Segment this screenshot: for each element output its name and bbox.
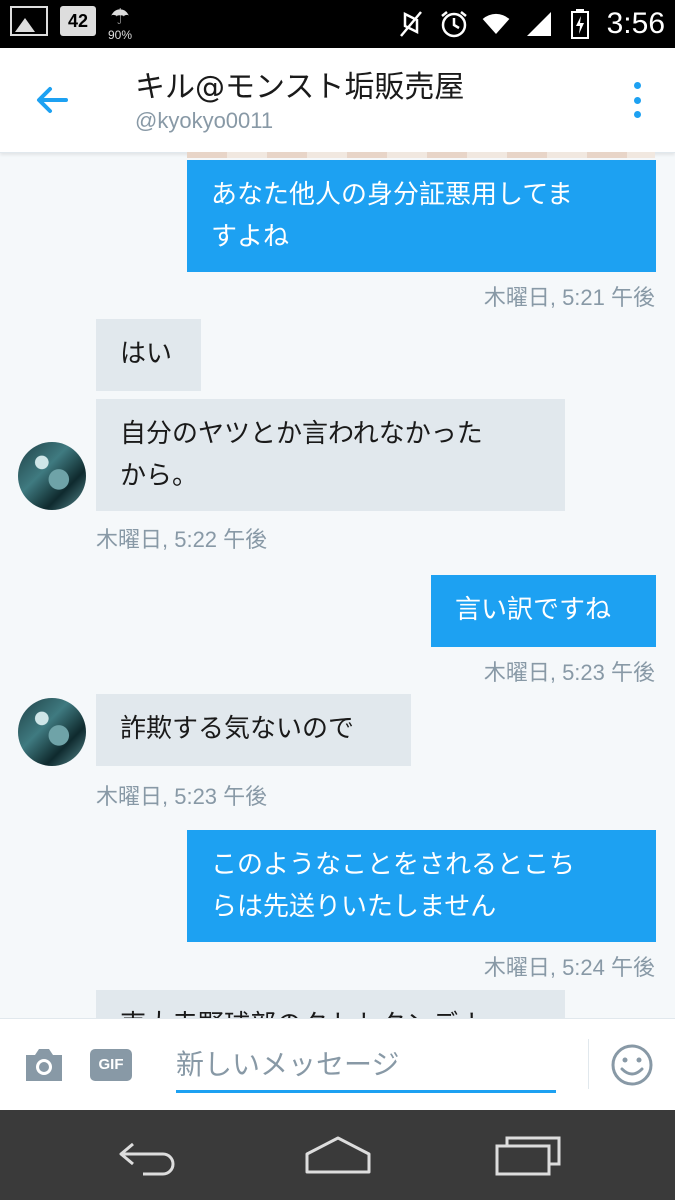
nav-recents-icon	[495, 1136, 561, 1176]
system-navigation-bar	[0, 1110, 675, 1200]
overflow-menu-icon	[633, 82, 641, 89]
status-right-icons: 3:56	[397, 0, 665, 48]
conversation-header: キル@モンスト垢販売屋 @kyokyo0011	[0, 48, 675, 153]
outgoing-message[interactable]: このようなことをされるとこち らは先送りいたしません	[187, 830, 656, 942]
message-line: から。	[120, 461, 199, 491]
message-timestamp: 木曜日, 5:23 午後	[483, 660, 655, 685]
message-line: 東大寺野球部のクトトクンデナ	[120, 1004, 541, 1018]
incoming-message[interactable]: 自分のヤツとか言われなかった から。	[96, 399, 565, 511]
message-composer: GIF	[0, 1018, 675, 1111]
incoming-message[interactable]: 東大寺野球部のクトトクンデナ	[96, 990, 565, 1018]
message-timestamp: 木曜日, 5:24 午後	[483, 955, 655, 980]
status-time: 3:56	[606, 7, 665, 40]
message-list[interactable]: あなた他人の身分証悪用してま すよね 木曜日, 5:21 午後 はい 自分のヤツ…	[0, 152, 675, 1018]
message-line: 自分のヤツとか言われなかった	[120, 419, 483, 449]
avatar[interactable]	[18, 698, 86, 766]
nav-recents-button[interactable]	[493, 1132, 563, 1178]
composer-divider	[588, 1039, 589, 1089]
conversation-handle[interactable]: @kyokyo0011	[135, 108, 273, 134]
outgoing-message[interactable]: 言い訳ですね	[431, 575, 656, 647]
status-bar: 42 ☂ 90% 3:56	[0, 0, 675, 48]
rain-percent: 90%	[108, 28, 133, 42]
nav-home-button[interactable]	[303, 1132, 373, 1178]
message-line: あなた他人の身分証悪用してま	[211, 180, 573, 210]
message-line: はい	[120, 339, 173, 369]
outgoing-message[interactable]: あなた他人の身分証悪用してま すよね	[187, 160, 656, 272]
camera-button[interactable]	[22, 1047, 66, 1083]
photo-icon	[10, 6, 48, 36]
message-line: 詐欺する気ないので	[120, 714, 355, 744]
nav-home-icon	[305, 1136, 371, 1174]
signal-icon	[523, 9, 553, 39]
message-timestamp: 木曜日, 5:22 午後	[96, 527, 268, 552]
nav-back-icon	[119, 1142, 175, 1176]
rain-forecast: ☂ 90%	[108, 4, 133, 43]
back-arrow-icon	[37, 87, 68, 113]
mute-icon	[397, 9, 427, 39]
overflow-menu-icon	[633, 96, 641, 104]
camera-icon	[26, 1049, 62, 1081]
message-line: すよね	[211, 222, 290, 252]
message-line: らは先送りいたしません	[211, 892, 497, 922]
badge-icon: 42	[60, 6, 96, 36]
avatar[interactable]	[18, 442, 86, 510]
nav-back-button[interactable]	[113, 1132, 183, 1178]
message-timestamp: 木曜日, 5:23 午後	[96, 784, 268, 809]
message-line: 言い訳ですね	[455, 595, 612, 625]
back-button[interactable]	[30, 78, 74, 122]
previous-media-edge	[187, 152, 655, 158]
overflow-menu-icon	[633, 111, 641, 118]
gif-button[interactable]: GIF	[90, 1049, 132, 1081]
conversation-title: キル@モンスト垢販売屋	[135, 70, 465, 105]
emoji-button[interactable]	[610, 1043, 654, 1087]
message-input[interactable]	[176, 1039, 556, 1093]
status-left-icons: 42 ☂ 90%	[10, 6, 132, 42]
overflow-menu-button[interactable]	[627, 82, 647, 118]
incoming-message[interactable]: 詐欺する気ないので	[96, 694, 411, 766]
alarm-icon	[439, 9, 469, 39]
message-timestamp: 木曜日, 5:21 午後	[483, 285, 655, 310]
wifi-icon	[481, 9, 511, 39]
battery-icon	[565, 9, 595, 39]
incoming-message[interactable]: はい	[96, 319, 201, 391]
emoji-icon	[611, 1044, 653, 1086]
umbrella-icon: ☂	[110, 4, 130, 29]
message-line: このようなことをされるとこち	[211, 850, 576, 880]
